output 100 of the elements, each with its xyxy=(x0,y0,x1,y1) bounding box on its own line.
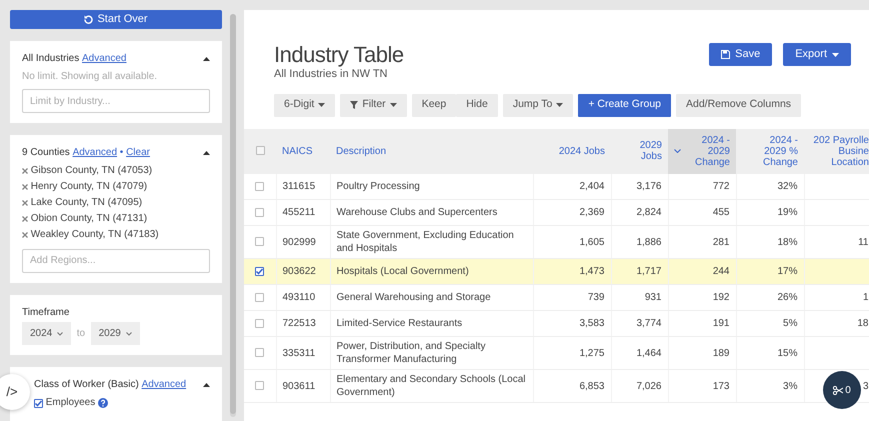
row-checkbox[interactable] xyxy=(255,208,264,217)
caret-icon xyxy=(390,103,397,107)
table-value: 1,605 xyxy=(579,236,604,248)
industry-description: Hospitals (Local Government) xyxy=(336,266,469,277)
naics-code: 903611 xyxy=(282,380,316,392)
row-checkbox[interactable] xyxy=(255,318,264,328)
table-value: 32% xyxy=(777,180,798,192)
toolbar-button[interactable]: Keep xyxy=(412,94,456,116)
table-value: 1,464 xyxy=(636,348,662,358)
page-title: Industry Table xyxy=(274,44,404,66)
region-name: Gibson County, TN (47053) xyxy=(30,164,152,178)
row-checkbox[interactable] xyxy=(255,182,264,191)
clear-link[interactable]: Clear xyxy=(126,145,150,160)
naics-code: 455211 xyxy=(282,207,316,218)
table-value: 11 xyxy=(858,236,868,248)
advanced-link[interactable]: Advanced xyxy=(82,51,126,66)
remove-icon[interactable] xyxy=(22,168,28,174)
table-value: 15% xyxy=(777,348,798,358)
caret-icon xyxy=(318,103,326,107)
table-value: 281 xyxy=(712,236,730,248)
table-value: 3,176 xyxy=(636,180,662,192)
table-value: 7,026 xyxy=(636,380,662,392)
collapse-icon[interactable] xyxy=(203,382,210,387)
panel-note: No limit. Showing all available. xyxy=(22,70,158,84)
table-value: 5% xyxy=(783,318,798,329)
collapse-icon[interactable] xyxy=(203,150,210,155)
year-select[interactable]: 2024 xyxy=(22,322,72,346)
column-header[interactable]: NAICS xyxy=(282,146,313,156)
toolbar-button[interactable]: Add/Remove Columns xyxy=(676,94,802,116)
table-value: 931 xyxy=(644,292,662,303)
naics-code: 902999 xyxy=(282,236,316,248)
naics-code: 722513 xyxy=(282,318,316,329)
table-value: 192 xyxy=(712,292,730,303)
filter-icon xyxy=(350,101,358,109)
row-checkbox[interactable] xyxy=(255,237,264,246)
industry-description: General Warehousing and Storage xyxy=(336,292,491,303)
region-name: Lake County, TN (47095) xyxy=(30,196,142,210)
toolbar-button[interactable]: Hide xyxy=(456,94,498,116)
sort-chevron-icon xyxy=(674,149,681,153)
industry-description: Poultry Processing xyxy=(336,180,420,192)
table-value: 1,717 xyxy=(636,266,662,277)
naics-code: 903622 xyxy=(282,266,316,277)
table-value: 26% xyxy=(777,292,798,303)
table-value: 739 xyxy=(588,292,604,303)
toolbar-button[interactable]: 6-Digit xyxy=(274,94,336,116)
export-button[interactable]: Export xyxy=(783,43,851,66)
advanced-link[interactable]: Advanced xyxy=(72,145,118,160)
reset-icon xyxy=(84,15,94,24)
region-name: Henry County, TN (47079) xyxy=(30,180,148,194)
collapse-icon[interactable] xyxy=(203,56,210,60)
save-button[interactable]: Save xyxy=(709,43,772,66)
advanced-link[interactable]: Advanced xyxy=(142,377,186,392)
select-all-checkbox[interactable] xyxy=(256,146,264,156)
table-value: 2,824 xyxy=(636,207,662,218)
remove-icon[interactable] xyxy=(22,184,28,190)
remove-icon[interactable] xyxy=(22,232,28,238)
table-value: 3% xyxy=(783,380,798,392)
count-label: 0 xyxy=(845,384,851,398)
table-value: 455 xyxy=(712,207,730,218)
start-over-button[interactable]: Start Over xyxy=(10,10,222,29)
chevron-down-icon xyxy=(57,332,64,336)
industry-description: Limited-Service Restaurants xyxy=(336,318,462,329)
industry-description: Power, Distribution, and Specialty Transformer Manufacturing xyxy=(336,341,486,365)
column-header[interactable]: Description xyxy=(336,146,386,156)
industry-description: Elementary and Secondary Schools (Local Government) xyxy=(336,374,526,398)
remove-icon[interactable] xyxy=(22,200,28,206)
scissors-counter-button[interactable]: 0 xyxy=(823,371,861,409)
naics-code: 335311 xyxy=(282,348,316,358)
panel-title: Class of Worker (Basic) xyxy=(34,378,139,392)
to-label: to xyxy=(76,327,86,342)
toolbar-button[interactable]: + Create Group xyxy=(578,94,671,116)
column-header[interactable]: 202 Payrolle Busine Location xyxy=(813,134,869,168)
option-label: Employees xyxy=(46,396,96,410)
year-select[interactable]: 2029 xyxy=(90,322,140,346)
industry-field[interactable]: Limit by Industry... xyxy=(22,89,210,114)
naics-code: 311615 xyxy=(282,180,316,192)
column-header[interactable]: 2029 Jobs xyxy=(617,140,662,162)
row-checkbox[interactable] xyxy=(255,381,264,390)
remove-icon[interactable] xyxy=(22,216,28,222)
scissors-icon xyxy=(833,386,844,394)
table-value: 6,853 xyxy=(579,380,604,392)
column-header[interactable]: 2024 Jobs xyxy=(558,146,605,156)
checkbox[interactable] xyxy=(34,398,43,408)
table-value: 244 xyxy=(712,266,730,277)
regions-field[interactable]: Add Regions... xyxy=(22,248,210,272)
row-checkbox[interactable] xyxy=(255,348,264,358)
panel-title: 9 Counties xyxy=(22,146,70,160)
toolbar-button[interactable]: Filter xyxy=(340,94,407,116)
page-subtitle: All Industries in NW TN xyxy=(274,67,388,82)
help-icon xyxy=(98,398,108,408)
table-value: 1,275 xyxy=(579,348,604,358)
row-checkbox[interactable] xyxy=(255,292,264,302)
column-header[interactable]: 2024 - 2029 Change xyxy=(684,134,730,168)
toolbar-button[interactable]: Jump To xyxy=(502,94,574,116)
column-header[interactable]: 2024 - 2029 % Change xyxy=(752,134,798,168)
table-value: 18% xyxy=(777,236,798,248)
industry-description: Warehouse Clubs and Supercenters xyxy=(336,207,498,218)
table-value: 3,774 xyxy=(636,318,662,329)
row-checkbox[interactable] xyxy=(255,266,264,276)
caret-icon xyxy=(556,103,564,107)
